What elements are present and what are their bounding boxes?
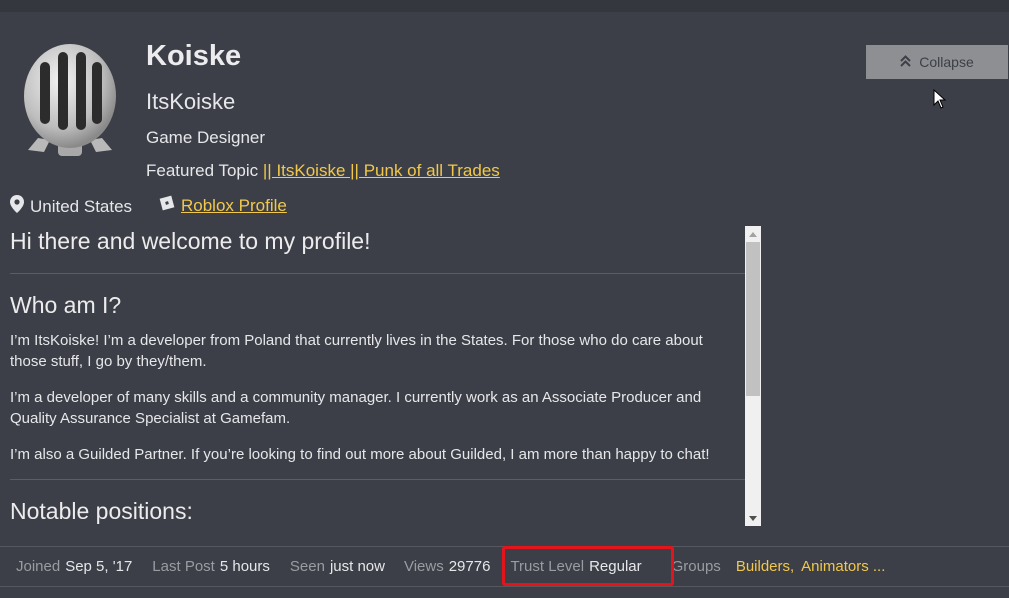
stat-label: Groups <box>671 558 721 575</box>
mouse-cursor-icon <box>933 88 947 114</box>
top-bar <box>0 0 1009 12</box>
roblox-icon <box>159 195 175 216</box>
roblox-profile: Roblox Profile <box>159 195 287 216</box>
bio-heading-welcome: Hi there and welcome to my profile! <box>10 228 371 254</box>
profile-name: Koiske <box>146 40 242 72</box>
double-chevron-up-icon <box>900 54 911 70</box>
avatar[interactable] <box>18 40 122 160</box>
stat-value: just now <box>329 558 385 575</box>
featured-topic-link[interactable]: || ItsKoiske || Punk of all Trades <box>263 161 500 180</box>
roblox-profile-link[interactable]: Roblox Profile <box>181 196 287 216</box>
scrollbar-thumb[interactable] <box>746 242 760 396</box>
bio-heading-notable: Notable positions: <box>10 498 193 524</box>
bio-scrollbar[interactable] <box>745 226 761 526</box>
stat-label: Seen <box>289 558 325 575</box>
divider <box>10 273 745 274</box>
stat-groups: Groups Builders, Animators ... <box>672 558 886 575</box>
stat-seen: Seen just now <box>290 558 385 575</box>
stat-label: Last Post <box>152 558 215 575</box>
stat-value[interactable]: 5 hours <box>220 558 270 575</box>
divider <box>0 586 1009 587</box>
location: United States <box>10 195 132 218</box>
bio-paragraph: I’m ItsKoiske! I’m a developer from Pola… <box>10 332 703 370</box>
stat-value: 29776 <box>448 558 491 575</box>
map-pin-icon <box>10 195 24 218</box>
featured-topic-label: Featured Topic <box>146 161 259 180</box>
profile-title: Game Designer <box>146 128 266 147</box>
profile-username: ItsKoiske <box>146 89 236 114</box>
bio-paragraph: I’m a developer of many skills and a com… <box>10 389 702 427</box>
bio-heading-who: Who am I? <box>10 292 122 318</box>
stat-last-post: Last Post 5 hours <box>152 558 270 575</box>
location-label: United States <box>30 196 133 216</box>
collapse-button[interactable]: Collapse <box>866 45 1008 79</box>
scroll-down-icon[interactable] <box>745 510 761 526</box>
collapse-label: Collapse <box>919 54 974 70</box>
bio-paragraph: I’m also a Guilded Partner. If you’re lo… <box>10 446 710 463</box>
featured-topic: Featured Topic || ItsKoiske || Punk of a… <box>146 161 500 181</box>
stat-label: Views <box>403 558 444 575</box>
scroll-up-icon[interactable] <box>745 226 761 242</box>
stat-views: Views 29776 <box>404 558 490 575</box>
stat-label: Joined <box>16 558 61 575</box>
group-link[interactable]: Animators ... <box>801 558 885 575</box>
bio-panel[interactable]: Hi there and welcome to my profile! Who … <box>10 224 745 526</box>
group-link[interactable]: Builders, <box>736 558 794 575</box>
stat-joined: Joined Sep 5, '17 <box>16 558 132 575</box>
stat-value: Sep 5, '17 <box>65 558 133 575</box>
divider <box>10 479 745 480</box>
trust-level-highlight <box>502 546 674 586</box>
